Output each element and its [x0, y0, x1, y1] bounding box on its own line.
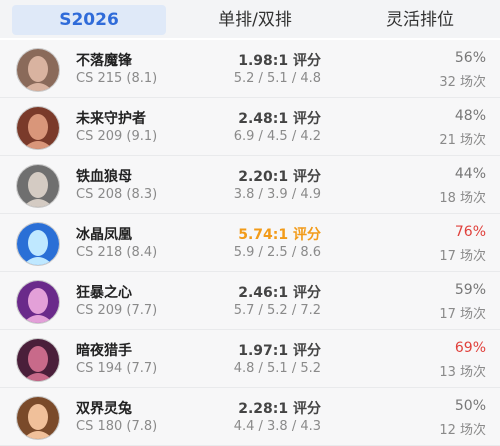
- games-played: 12 场次: [439, 423, 486, 438]
- champion-name: 暗夜猎手: [76, 343, 132, 359]
- champion-name: 未来守护者: [76, 111, 146, 127]
- kda-breakdown: 6.9 / 4.5 / 4.2: [233, 129, 321, 144]
- kda-rating: 2.20:1 评分: [238, 169, 321, 185]
- win-rate: 59%: [454, 282, 486, 298]
- kda-breakdown: 4.4 / 3.8 / 4.3: [233, 419, 321, 434]
- cs-stat: CS 215 (8.1): [76, 71, 158, 86]
- kda-breakdown: 5.7 / 5.2 / 7.2: [233, 303, 321, 318]
- tab-flex[interactable]: 灵活排位: [340, 5, 500, 35]
- champion-portrait-icon: [16, 48, 60, 92]
- win-rate: 50%: [454, 398, 486, 414]
- cs-stat: CS 180 (7.8): [76, 419, 158, 434]
- win-rate: 44%: [454, 166, 486, 182]
- champion-row[interactable]: 狂暴之心 CS 209 (7.7) 2.46:1 评分 5.7 / 5.2 / …: [0, 272, 500, 330]
- champion-row[interactable]: 暗夜猎手 CS 194 (7.7) 1.97:1 评分 4.8 / 5.1 / …: [0, 330, 500, 388]
- win-rate: 76%: [454, 224, 486, 240]
- kda-rating: 5.74:1 评分: [238, 227, 321, 243]
- tab-solo-duo[interactable]: 单排/双排: [175, 5, 335, 35]
- cs-stat: CS 208 (8.3): [76, 187, 158, 202]
- tab-season[interactable]: S2026: [12, 5, 166, 35]
- champion-row[interactable]: 铁血狼母 CS 208 (8.3) 2.20:1 评分 3.8 / 3.9 / …: [0, 156, 500, 214]
- win-rate: 48%: [454, 108, 486, 124]
- kda-breakdown: 4.8 / 5.1 / 5.2: [233, 361, 321, 376]
- win-rate: 56%: [454, 50, 486, 66]
- champion-portrait-icon: [16, 164, 60, 208]
- champion-portrait-icon: [16, 222, 60, 266]
- season-tab-bar: S2026 单排/双排 灵活排位: [0, 0, 500, 38]
- kda-rating: 1.98:1 评分: [238, 53, 321, 69]
- champion-name: 狂暴之心: [76, 285, 132, 301]
- champion-portrait-icon: [16, 280, 60, 324]
- champion-row[interactable]: 冰晶凤凰 CS 218 (8.4) 5.74:1 评分 5.9 / 2.5 / …: [0, 214, 500, 272]
- champion-row[interactable]: 不落魔锋 CS 215 (8.1) 1.98:1 评分 5.2 / 5.1 / …: [0, 40, 500, 98]
- champion-portrait-icon: [16, 106, 60, 150]
- champion-portrait-icon: [16, 338, 60, 382]
- champion-name: 双界灵兔: [76, 401, 132, 417]
- cs-stat: CS 209 (9.1): [76, 129, 158, 144]
- kda-breakdown: 5.2 / 5.1 / 4.8: [233, 71, 321, 86]
- champion-portrait-icon: [16, 396, 60, 440]
- cs-stat: CS 194 (7.7): [76, 361, 158, 376]
- champion-name: 冰晶凤凰: [76, 227, 132, 243]
- kda-breakdown: 3.8 / 3.9 / 4.9: [233, 187, 321, 202]
- kda-rating: 2.28:1 评分: [238, 401, 321, 417]
- kda-rating: 2.46:1 评分: [238, 285, 321, 301]
- champion-name: 不落魔锋: [76, 53, 132, 69]
- champion-stats-list: 不落魔锋 CS 215 (8.1) 1.98:1 评分 5.2 / 5.1 / …: [0, 40, 500, 446]
- kda-rating: 1.97:1 评分: [238, 343, 321, 359]
- games-played: 17 场次: [439, 249, 486, 264]
- champion-name: 铁血狼母: [76, 169, 132, 185]
- champion-row[interactable]: 双界灵兔 CS 180 (7.8) 2.28:1 评分 4.4 / 3.8 / …: [0, 388, 500, 446]
- games-played: 18 场次: [439, 191, 486, 206]
- cs-stat: CS 209 (7.7): [76, 303, 158, 318]
- champion-row[interactable]: 未来守护者 CS 209 (9.1) 2.48:1 评分 6.9 / 4.5 /…: [0, 98, 500, 156]
- games-played: 21 场次: [439, 133, 486, 148]
- games-played: 17 场次: [439, 307, 486, 322]
- win-rate: 69%: [454, 340, 486, 356]
- kda-breakdown: 5.9 / 2.5 / 8.6: [233, 245, 321, 260]
- games-played: 32 场次: [439, 75, 486, 90]
- games-played: 13 场次: [439, 365, 486, 380]
- kda-rating: 2.48:1 评分: [238, 111, 321, 127]
- cs-stat: CS 218 (8.4): [76, 245, 158, 260]
